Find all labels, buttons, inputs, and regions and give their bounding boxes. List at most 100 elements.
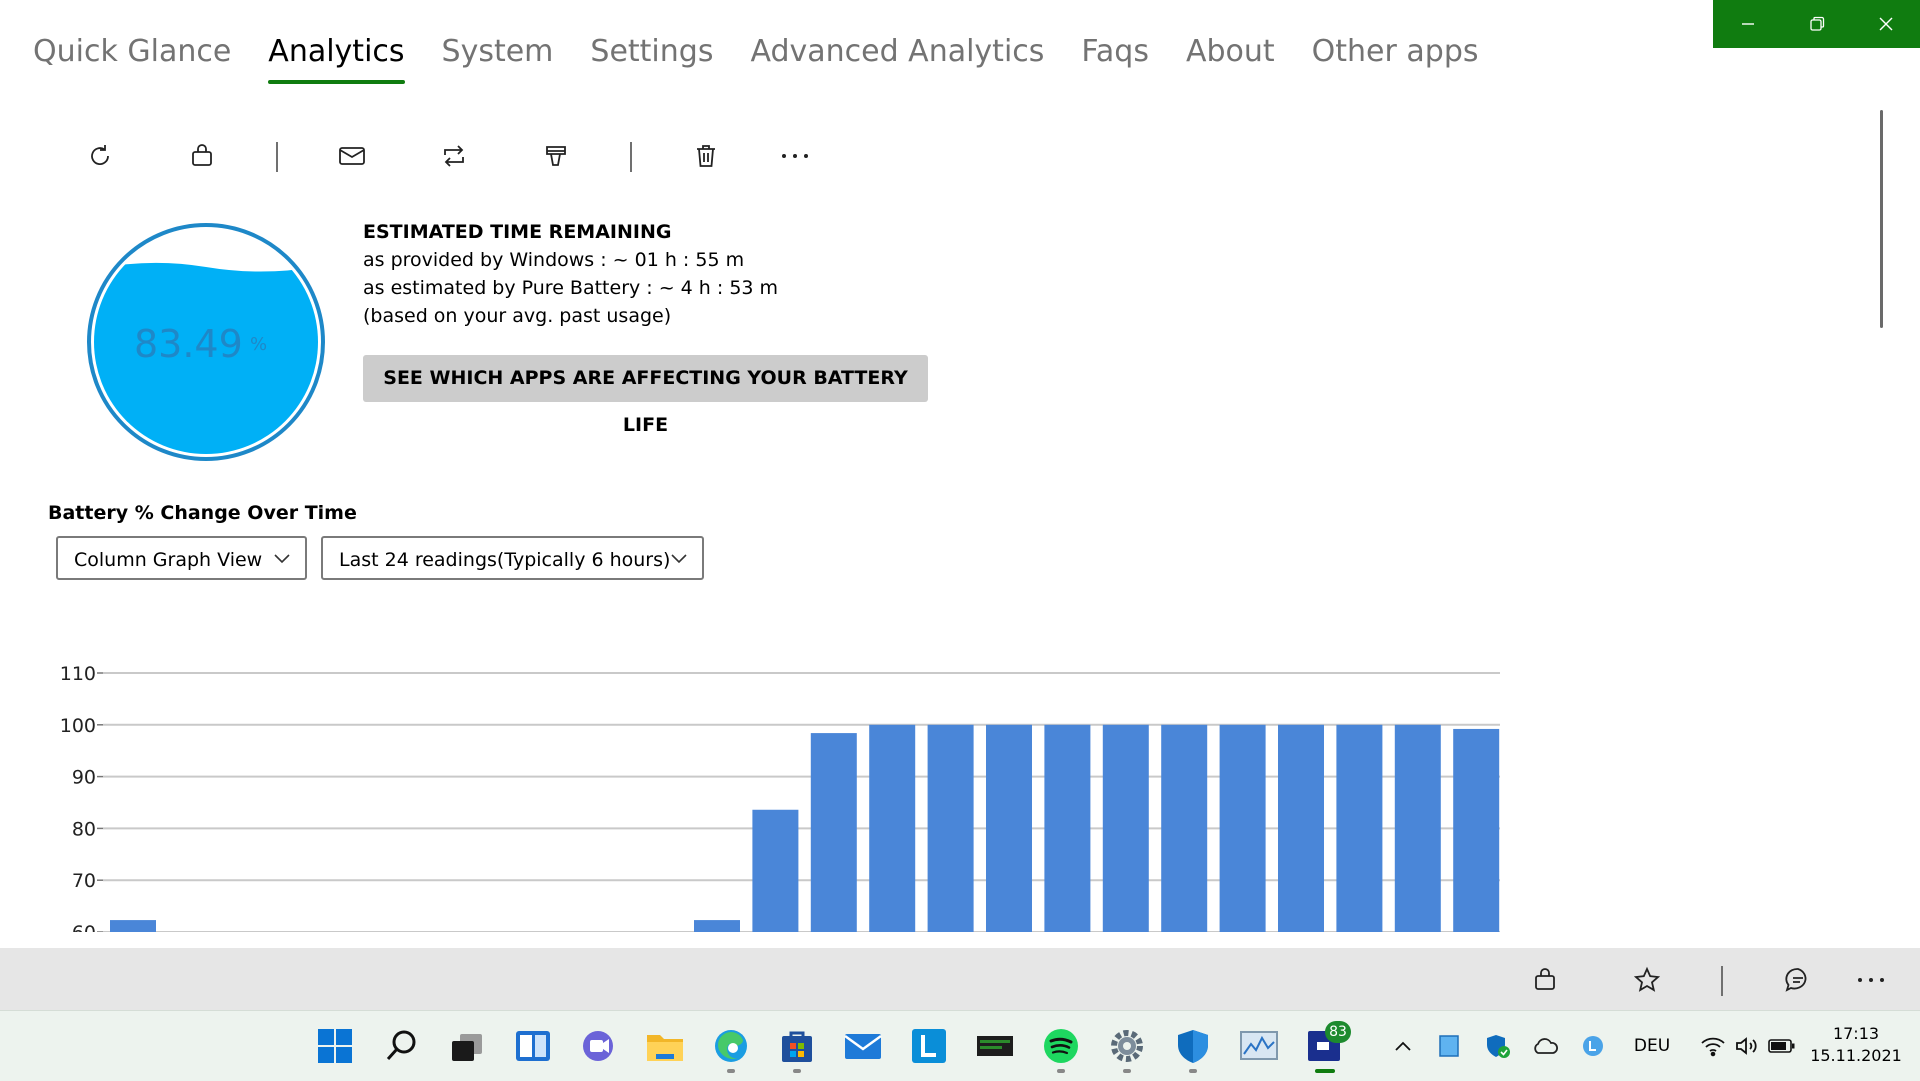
readings-range-select[interactable]: Last 24 readings(Typically 6 hours) (321, 536, 704, 580)
mail-taskbar-button[interactable] (843, 1026, 883, 1066)
file-explorer-button[interactable] (645, 1026, 685, 1066)
shopping-bag-icon (192, 144, 212, 166)
edge-button[interactable] (711, 1026, 751, 1066)
input-language-button[interactable]: DEU (1624, 1033, 1680, 1059)
y-tick-label: 110 (60, 663, 96, 685)
terminal-icon (977, 1036, 1013, 1056)
widgets-icon (516, 1031, 550, 1061)
delete-button[interactable] (676, 128, 736, 184)
chart-bar[interactable] (1336, 724, 1383, 932)
more-button[interactable] (765, 128, 825, 184)
close-button[interactable] (1851, 0, 1920, 48)
minimize-button[interactable] (1713, 0, 1782, 48)
chart-bar[interactable] (1161, 724, 1208, 932)
performance-monitor-button[interactable] (1239, 1026, 1279, 1066)
tab-faqs[interactable]: Faqs (1081, 30, 1149, 90)
task-view-button[interactable] (447, 1026, 487, 1066)
more-icon (1858, 978, 1884, 982)
mail-icon (339, 147, 365, 165)
running-indicator (727, 1069, 735, 1073)
chart-bar[interactable] (1453, 728, 1500, 932)
chart-bar[interactable] (1044, 724, 1091, 932)
chart-bar[interactable] (694, 920, 740, 932)
taskbar: 83 DEU 17:13 15.11.2021 (0, 1010, 1920, 1081)
settings-taskbar-button[interactable] (1107, 1026, 1147, 1066)
active-indicator (1315, 1069, 1335, 1073)
spotify-button[interactable] (1041, 1026, 1081, 1066)
tray-app-button[interactable] (1436, 1033, 1462, 1059)
quick-settings-button[interactable] (1693, 1033, 1803, 1059)
defender-tray-button[interactable] (1483, 1033, 1513, 1059)
chart-bar[interactable] (1278, 724, 1324, 932)
start-button[interactable] (315, 1026, 355, 1066)
tab-other-apps[interactable]: Other apps (1312, 30, 1479, 90)
chart-bar[interactable] (1394, 724, 1441, 932)
gear-icon (1111, 1030, 1143, 1062)
estimate-pure-battery: as estimated by Pure Battery : ~ 4 h : 5… (363, 277, 779, 299)
clock-date: 15.11.2021 (1810, 1046, 1902, 1065)
battery-percent-unit: % (250, 334, 268, 355)
taskbar-clock[interactable]: 17:13 15.11.2021 (1800, 1023, 1912, 1067)
store-bottom-button[interactable] (1520, 960, 1570, 1000)
rate-button[interactable] (1622, 960, 1672, 1000)
store-taskbar-button[interactable] (777, 1026, 817, 1066)
estimate-note: (based on your avg. past usage) (363, 305, 672, 327)
tab-about[interactable]: About (1186, 30, 1275, 90)
l-app-button[interactable] (909, 1026, 949, 1066)
store-button[interactable] (172, 128, 232, 184)
wifi-icon (1701, 1037, 1725, 1057)
chart-bar[interactable] (810, 733, 857, 932)
microsoft-store-icon (782, 1031, 812, 1062)
show-hidden-icons-button[interactable] (1390, 1033, 1416, 1059)
graph-view-value: Column Graph View (74, 549, 263, 571)
running-indicator (1057, 1069, 1065, 1073)
teams-chat-button[interactable] (579, 1026, 619, 1066)
toolbar-separator (276, 142, 278, 172)
tab-quick-glance[interactable]: Quick Glance (33, 30, 231, 90)
restore-icon (1809, 16, 1824, 31)
tab-advanced-analytics[interactable]: Advanced Analytics (750, 30, 1044, 90)
chart-bar[interactable] (110, 920, 156, 932)
chart-bar[interactable] (1219, 724, 1266, 932)
task-view-icon (452, 1034, 482, 1061)
battery-percent-value: 83.49 (134, 322, 243, 366)
vertical-scrollbar[interactable] (1880, 110, 1883, 328)
chart-bar[interactable] (1102, 724, 1149, 932)
share-button[interactable] (424, 128, 484, 184)
estimate-windows: as provided by Windows : ~ 01 h : 55 m (363, 249, 745, 271)
graph-view-select[interactable]: Column Graph View (56, 536, 307, 580)
email-button[interactable] (322, 128, 382, 184)
chart-bar[interactable] (869, 724, 916, 932)
chart-bar[interactable] (752, 809, 799, 932)
y-tick-label: 90 (72, 767, 96, 789)
onedrive-tray-button[interactable] (1530, 1033, 1560, 1059)
battery-badge: 83 (1325, 1021, 1351, 1043)
tab-settings[interactable]: Settings (590, 30, 713, 90)
restore-button[interactable] (1782, 0, 1851, 48)
input-language-label: DEU (1633, 1036, 1671, 1056)
see-affecting-apps-button[interactable]: SEE WHICH APPS ARE AFFECTING YOUR BATTER… (363, 355, 928, 436)
chevron-down-icon (671, 554, 687, 564)
battery-column-chart: 110 100 90 80 70 60 (60, 663, 1500, 932)
terminal-app-button[interactable] (975, 1026, 1015, 1066)
tab-system[interactable]: System (442, 30, 554, 90)
chart-bar[interactable] (986, 724, 1032, 932)
running-indicator (793, 1069, 801, 1073)
letter-l-app-icon (912, 1029, 946, 1063)
refresh-button[interactable] (70, 128, 130, 184)
chat-icon (1785, 968, 1807, 992)
tablet-icon (1439, 1035, 1459, 1057)
security-button[interactable] (1173, 1026, 1213, 1066)
tab-analytics[interactable]: Analytics (268, 30, 405, 90)
more-bottom-button[interactable] (1846, 960, 1896, 1000)
main-nav: Quick Glance Analytics System Settings A… (33, 30, 1516, 90)
chart-bar[interactable] (927, 724, 974, 932)
edge-browser-icon (715, 1030, 747, 1062)
widgets-button[interactable] (513, 1026, 553, 1066)
theme-button[interactable] (526, 128, 586, 184)
l-tray-button[interactable] (1580, 1033, 1606, 1059)
chart-monitor-icon (1240, 1031, 1278, 1060)
feedback-button[interactable] (1773, 960, 1823, 1000)
search-taskbar-button[interactable] (381, 1026, 421, 1066)
letter-l-circle-icon (1583, 1036, 1603, 1056)
